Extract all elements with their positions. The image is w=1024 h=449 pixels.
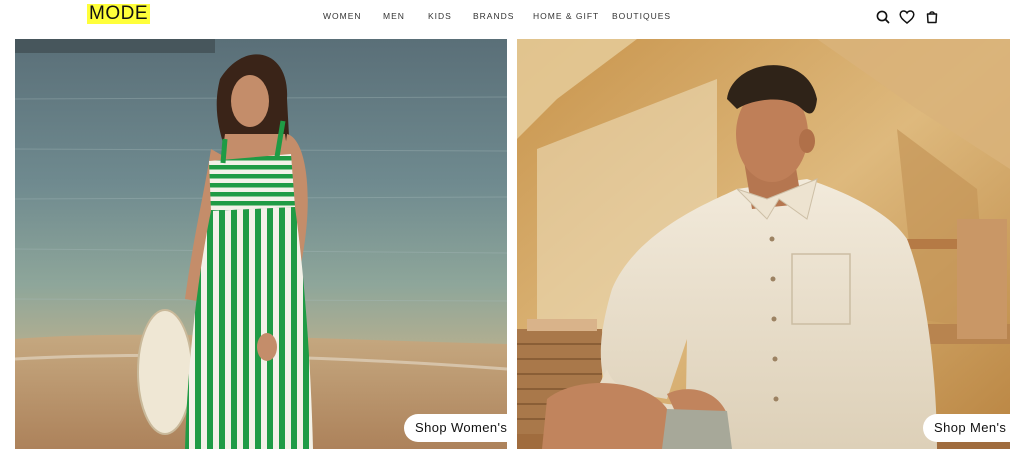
hero-women[interactable]: Shop Women's [15, 39, 507, 449]
site-header: MODE WOMEN MEN KIDS BRANDS HOME & GIFT B… [0, 0, 1024, 36]
shop-mens-button[interactable]: Shop Men's [923, 414, 1010, 442]
search-icon[interactable] [874, 8, 892, 26]
women-hero-image [15, 39, 507, 449]
shop-womens-button[interactable]: Shop Women's [404, 414, 507, 442]
shopping-bag-icon[interactable] [923, 8, 941, 26]
men-hero-image [517, 39, 1010, 449]
header-icons [0, 8, 1024, 26]
hero-men[interactable]: Shop Men's [517, 39, 1010, 449]
heart-icon[interactable] [898, 8, 916, 26]
